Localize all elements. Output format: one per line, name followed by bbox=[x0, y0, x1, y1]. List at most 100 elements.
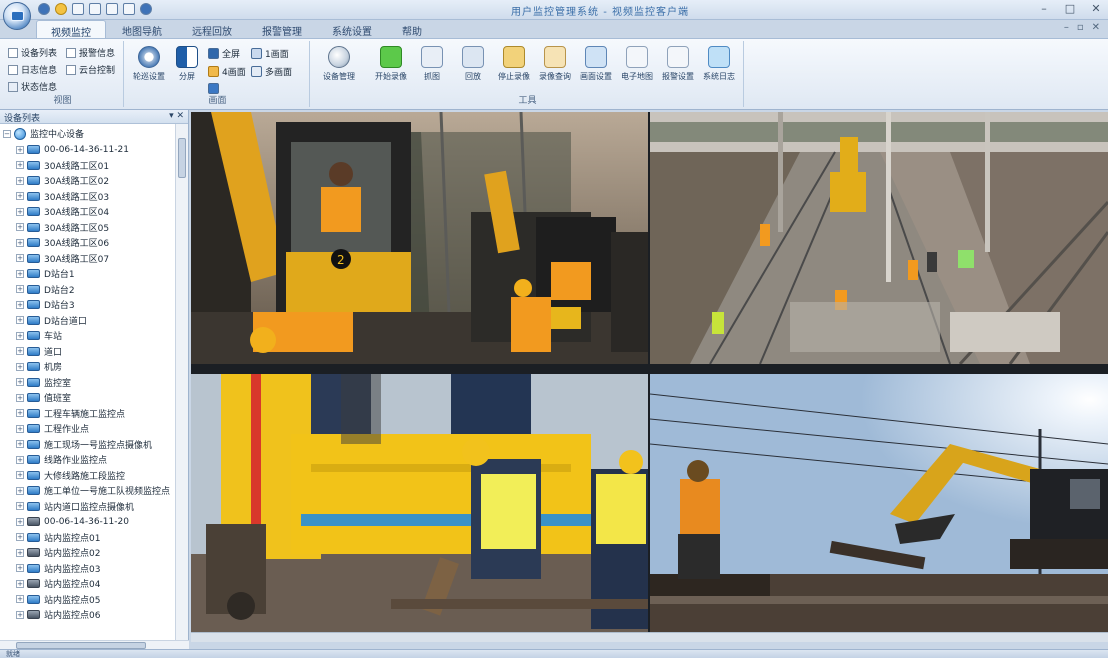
expand-icon[interactable]: + bbox=[16, 176, 24, 185]
expand-icon[interactable]: + bbox=[16, 393, 24, 402]
expand-icon[interactable]: + bbox=[16, 145, 24, 154]
ribbon-restore-icon[interactable]: ▫ bbox=[1077, 22, 1084, 33]
expand-icon[interactable]: + bbox=[16, 238, 24, 247]
tree-item[interactable]: + 车站 bbox=[16, 328, 62, 343]
globe-icon[interactable] bbox=[38, 3, 50, 15]
expand-icon[interactable]: + bbox=[16, 161, 24, 169]
expand-icon[interactable]: + bbox=[16, 517, 24, 526]
document-icon[interactable] bbox=[106, 3, 118, 15]
multi-view-button[interactable]: 多画面 bbox=[251, 65, 292, 78]
tree-item[interactable]: +30A线路工区01 bbox=[16, 158, 109, 173]
playback-button[interactable]: 回放 bbox=[452, 44, 494, 92]
tree-item[interactable]: + 机房 bbox=[16, 359, 62, 374]
tab-map[interactable]: 地图导航 bbox=[108, 20, 176, 38]
tab-video[interactable]: 视频监控 bbox=[36, 20, 106, 39]
one-view-button[interactable]: 1画面 bbox=[251, 47, 289, 60]
tree-item[interactable]: + D站台3 bbox=[16, 297, 75, 312]
info-icon[interactable] bbox=[140, 3, 152, 15]
close-icon[interactable]: ✕ bbox=[1090, 2, 1102, 15]
checkbox[interactable] bbox=[8, 81, 18, 92]
expand-icon[interactable]: + bbox=[16, 362, 24, 371]
user-icon[interactable] bbox=[72, 3, 84, 15]
sun-icon[interactable] bbox=[55, 3, 67, 15]
tree-item[interactable]: + 线路作业监控点 bbox=[16, 452, 107, 467]
start-record-button[interactable]: 开始录像 bbox=[370, 44, 412, 92]
expand-icon[interactable]: + bbox=[16, 455, 24, 464]
maximize-icon[interactable]: □ bbox=[1064, 2, 1076, 15]
emap-button[interactable]: 电子地图 bbox=[616, 44, 658, 92]
expand-icon[interactable]: + bbox=[16, 440, 24, 448]
tour-settings-button[interactable]: 轮巡设置 bbox=[128, 44, 170, 92]
tab-settings[interactable]: 系统设置 bbox=[318, 20, 386, 38]
checkbox[interactable] bbox=[66, 64, 76, 75]
tree-item[interactable]: + 站内监控点05 bbox=[16, 592, 100, 607]
tree-item[interactable]: + 道口 bbox=[16, 344, 62, 359]
picture-settings-button[interactable]: 画面设置 bbox=[575, 44, 617, 92]
tree-item[interactable]: + 站内监控点03 bbox=[16, 561, 100, 576]
ribbon-close-icon[interactable]: ✕ bbox=[1092, 22, 1100, 33]
tree-vertical-scrollbar[interactable] bbox=[175, 124, 188, 640]
tree-item[interactable]: +30A线路工区06 bbox=[16, 235, 109, 250]
expand-icon[interactable]: + bbox=[16, 378, 24, 386]
expand-icon[interactable]: + bbox=[16, 316, 24, 324]
check-ptz[interactable]: 云台控制 bbox=[66, 63, 115, 76]
expand-icon[interactable]: + bbox=[16, 300, 24, 309]
alarm-settings-button[interactable]: 报警设置 bbox=[657, 44, 699, 92]
split-screen-button[interactable]: 分屏 bbox=[166, 44, 208, 92]
expand-icon[interactable]: + bbox=[16, 502, 24, 510]
expand-icon[interactable]: + bbox=[16, 409, 24, 417]
device-manage-button[interactable]: 设备管理 bbox=[314, 44, 364, 92]
video-tile-3[interactable] bbox=[191, 374, 648, 632]
tree-item[interactable]: +30A线路工区04 bbox=[16, 204, 109, 219]
tree-item[interactable]: + 施工单位一号施工队视频监控点 bbox=[16, 483, 170, 498]
expand-icon[interactable]: + bbox=[16, 207, 24, 216]
expand-icon[interactable]: + bbox=[16, 579, 24, 588]
tab-alarm[interactable]: 报警管理 bbox=[248, 20, 316, 38]
expand-icon[interactable]: + bbox=[16, 331, 24, 340]
tree-item[interactable]: + D站台2 bbox=[16, 282, 75, 297]
snapshot-button[interactable]: 抓图 bbox=[411, 44, 453, 92]
video-tile-1[interactable]: 2 bbox=[191, 112, 648, 364]
check-log-info[interactable]: 日志信息 bbox=[8, 63, 57, 76]
expand-icon[interactable]: + bbox=[16, 223, 24, 231]
expand-icon[interactable]: + bbox=[16, 595, 24, 603]
tree-item[interactable]: + D站台1 bbox=[16, 266, 75, 281]
scroll-thumb[interactable] bbox=[178, 138, 186, 178]
tree-item[interactable]: + 站内道口监控点摄像机 bbox=[16, 499, 134, 514]
tree-item[interactable]: + 站内监控点06 bbox=[16, 607, 100, 622]
collapse-icon[interactable]: − bbox=[3, 129, 11, 138]
expand-icon[interactable]: + bbox=[16, 424, 24, 433]
expand-icon[interactable]: + bbox=[16, 471, 24, 479]
expand-icon[interactable]: + bbox=[16, 548, 24, 557]
tree-item[interactable]: + 站内监控点01 bbox=[16, 530, 100, 545]
tree-item[interactable]: +30A线路工区05 bbox=[16, 220, 109, 235]
tree-root[interactable]: − 监控中心设备 bbox=[3, 126, 84, 141]
check-device-list[interactable]: 设备列表 bbox=[8, 46, 57, 59]
pin-icon[interactable]: ▾ ✕ bbox=[169, 111, 184, 122]
tree-item[interactable]: + 监控室 bbox=[16, 375, 71, 390]
ribbon-minimize-icon[interactable]: – bbox=[1064, 22, 1069, 33]
tree-item[interactable]: +00-06-14-36-11-21 bbox=[16, 142, 129, 157]
checkbox[interactable] bbox=[8, 47, 18, 58]
minimize-icon[interactable]: – bbox=[1038, 2, 1050, 15]
check-status[interactable]: 状态信息 bbox=[8, 80, 57, 93]
tab-help[interactable]: 帮助 bbox=[388, 20, 436, 38]
expand-icon[interactable]: + bbox=[16, 285, 24, 293]
four-view-button[interactable]: 4画面 bbox=[208, 65, 246, 78]
scroll-thumb[interactable] bbox=[16, 642, 146, 649]
tree-item[interactable]: +30A线路工区03 bbox=[16, 189, 109, 204]
tree-item[interactable]: +30A线路工区02 bbox=[16, 173, 109, 188]
tree-item[interactable]: +30A线路工区07 bbox=[16, 251, 109, 266]
tree-item[interactable]: + D站台道口 bbox=[16, 313, 87, 328]
tree-item[interactable]: + 站内监控点02 bbox=[16, 545, 100, 560]
fullscreen-button[interactable]: 全屏 bbox=[208, 47, 240, 60]
expand-icon[interactable]: + bbox=[16, 564, 24, 572]
tree-item[interactable]: + 施工现场一号监控点摄像机 bbox=[16, 437, 152, 452]
expand-icon[interactable]: + bbox=[16, 533, 24, 541]
expand-icon[interactable]: + bbox=[16, 192, 24, 200]
system-log-button[interactable]: 系统日志 bbox=[698, 44, 740, 92]
tree-item[interactable]: + 站内监控点04 bbox=[16, 576, 100, 591]
tab-playback[interactable]: 远程回放 bbox=[178, 20, 246, 38]
app-orb-icon[interactable] bbox=[3, 2, 31, 30]
check-alarm-info[interactable]: 报警信息 bbox=[66, 46, 115, 59]
